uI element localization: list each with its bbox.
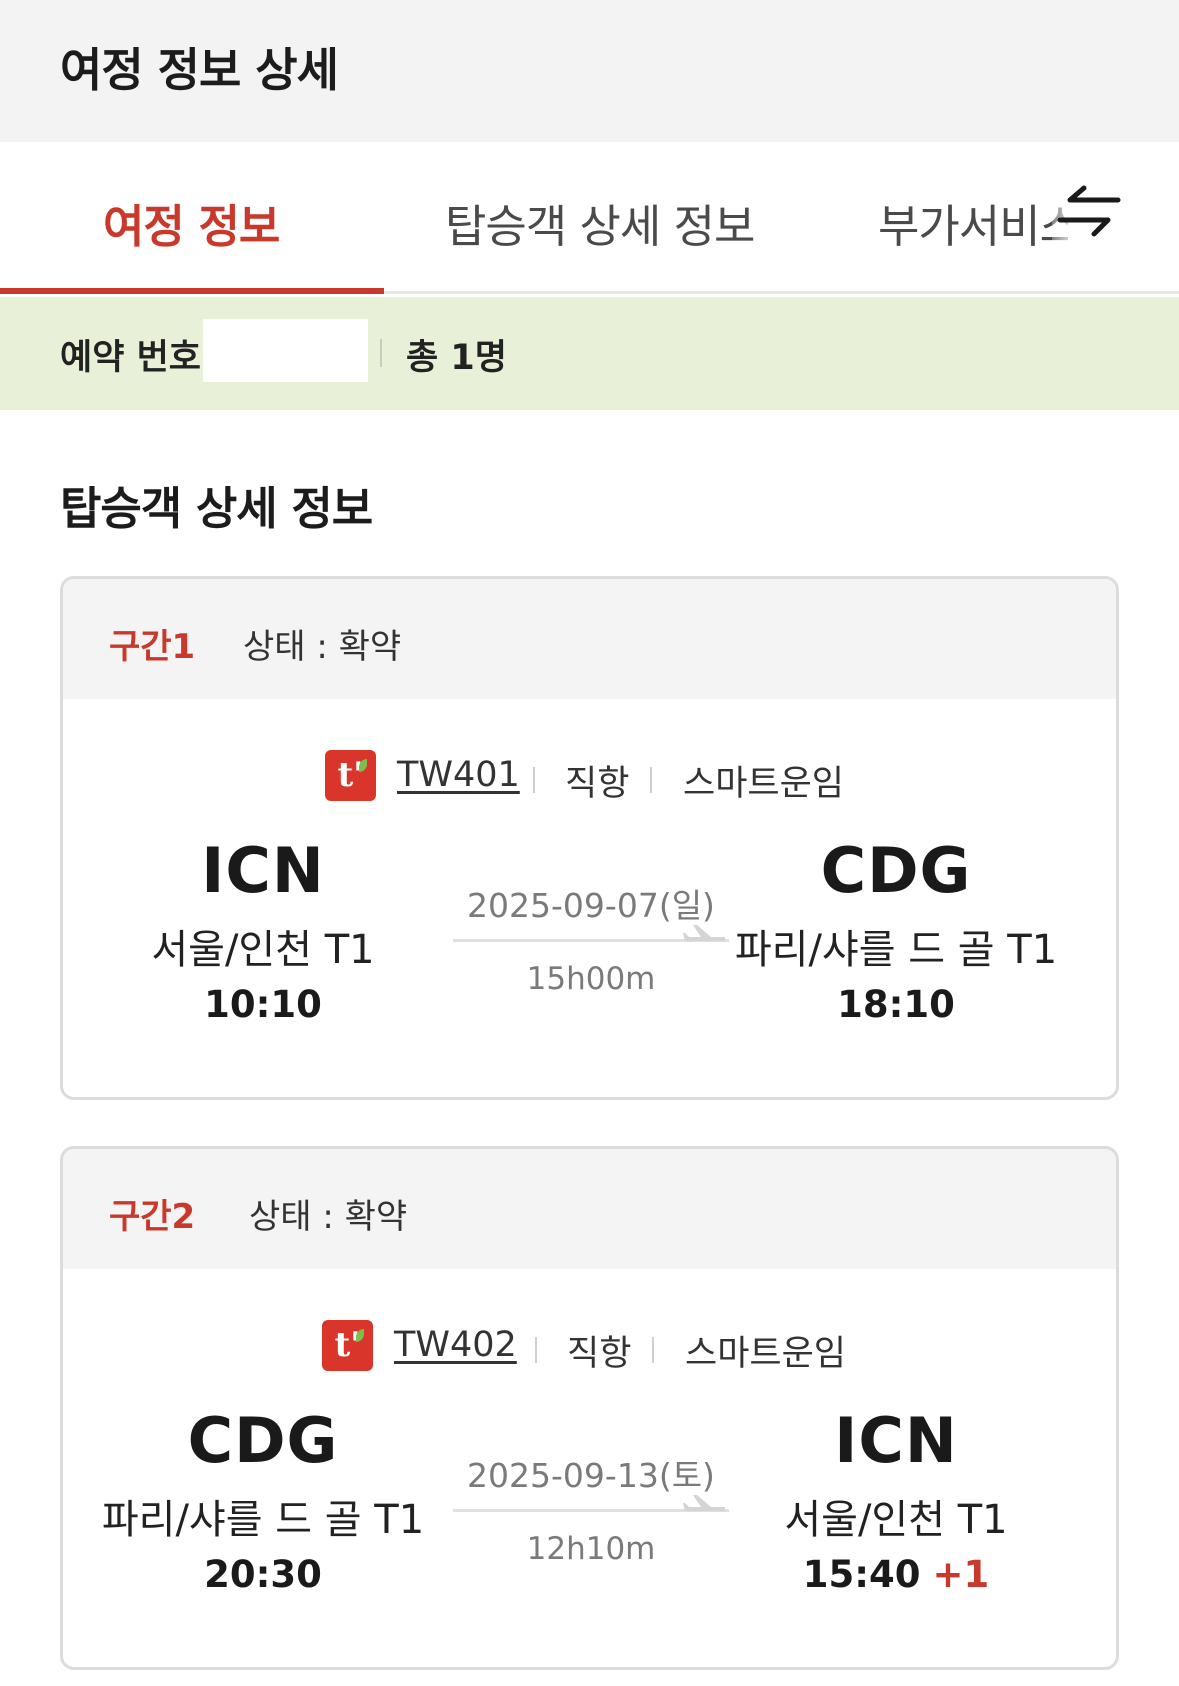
flight-number-link[interactable]: TW402 <box>394 1325 517 1365</box>
destination-city: 파리/샤를 드 골 T1 <box>734 927 1058 973</box>
active-tab-indicator <box>0 288 384 294</box>
flight-type: 직항 <box>567 1334 632 1374</box>
segment-label: 구간1 <box>109 627 196 667</box>
origin-city: 파리/샤를 드 골 T1 <box>101 1497 425 1543</box>
flight-duration: 15h00m <box>526 961 656 997</box>
origin-city: 서울/인천 T1 <box>151 927 375 973</box>
airline-logo-icon: t' <box>322 1320 373 1371</box>
arrival-time: 15:40 +1 <box>802 1553 990 1596</box>
day-offset: +1 <box>932 1553 990 1596</box>
segment-header: 구간1 상태 : 확약 <box>63 579 1116 699</box>
passenger-count: 총 1명 <box>406 338 507 378</box>
tab-extra-services-wrapper[interactable]: 부가서비스 <box>878 182 1068 252</box>
page-header: 여정 정보 상세 <box>0 0 1179 142</box>
destination-code: CDG <box>820 834 972 907</box>
flight-type: 직항 <box>565 764 630 804</box>
segment-status: 상태 : 확약 <box>249 1197 408 1237</box>
reservation-number-label: 예약 번호 <box>60 338 201 378</box>
reservation-number-masked <box>203 319 368 382</box>
segment-status: 상태 : 확약 <box>243 627 402 667</box>
section-title: 탑승객 상세 정보 <box>60 482 373 535</box>
origin-code: CDG <box>187 1404 339 1477</box>
swap-arrows-icon[interactable] <box>1052 180 1124 248</box>
tab-itinerary[interactable]: 여정 정보 <box>103 190 280 255</box>
divider <box>650 767 652 793</box>
departure-time: 20:30 <box>204 1553 322 1596</box>
destination-code: ICN <box>834 1404 958 1477</box>
divider <box>533 767 535 793</box>
tab-passenger-details[interactable]: 탑승객 상세 정보 <box>445 190 755 255</box>
fare-type: 스마트운임 <box>685 1334 847 1374</box>
flight-duration: 12h10m <box>526 1531 656 1567</box>
flight-route-info: 2025-09-07(일) 15h00m <box>453 879 729 1019</box>
divider <box>535 1337 537 1363</box>
segment-card: 구간1 상태 : 확약 t' TW401 직항 스마트운임 ICN 서울/인천 … <box>60 576 1119 1100</box>
segment-label: 구간2 <box>109 1197 196 1237</box>
flight-number-link[interactable]: TW401 <box>397 755 520 795</box>
segment-card: 구간2 상태 : 확약 t' TW402 직항 스마트운임 CDG 파리/샤를 … <box>60 1146 1119 1670</box>
segment-header: 구간2 상태 : 확약 <box>63 1149 1116 1269</box>
fare-type: 스마트운임 <box>683 764 845 804</box>
airline-logo-icon: t' <box>325 750 376 801</box>
flight-route-info: 2025-09-13(토) 12h10m <box>453 1449 729 1589</box>
arrival-time: 18:10 <box>837 983 955 1026</box>
divider <box>652 1337 654 1363</box>
reservation-bar: 예약 번호 총 1명 <box>0 297 1179 410</box>
flight-info-row: t' TW402 직항 스마트운임 <box>63 1317 1116 1374</box>
tab-extra-services[interactable]: 부가서비스 <box>878 190 1068 252</box>
flight-info-row: t' TW401 직항 스마트운임 <box>63 747 1116 804</box>
destination-city: 서울/인천 T1 <box>784 1497 1008 1543</box>
origin-code: ICN <box>201 834 325 907</box>
page-title: 여정 정보 상세 <box>60 43 339 97</box>
divider <box>380 339 382 367</box>
flight-date: 2025-09-07(일) <box>467 886 715 925</box>
flight-date: 2025-09-13(토) <box>467 1456 715 1495</box>
tab-bar: 여정 정보 탑승객 상세 정보 부가서비스 <box>0 142 1179 294</box>
departure-time: 10:10 <box>204 983 322 1026</box>
